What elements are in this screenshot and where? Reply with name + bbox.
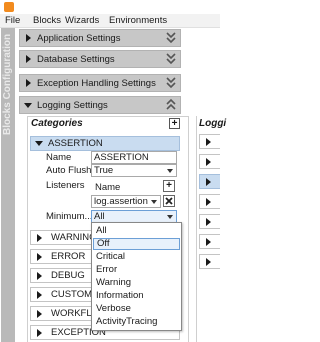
- listeners-name-header: Name: [95, 182, 121, 193]
- section-database-settings[interactable]: Database Settings: [19, 50, 181, 68]
- double-chevron-down-icon[interactable]: [166, 76, 176, 90]
- expand-triangle-icon: [37, 291, 42, 299]
- expand-triangle-icon: [206, 258, 211, 266]
- categories-title: Categories: [31, 118, 83, 129]
- category-warning[interactable]: WARNING: [30, 230, 92, 245]
- level-option-critical[interactable]: Critical: [93, 251, 180, 263]
- double-chevron-up-icon[interactable]: [166, 98, 176, 112]
- logging-targets-panel: [196, 116, 220, 342]
- level-option-information[interactable]: Information: [93, 290, 180, 302]
- listener-dropdown[interactable]: log.assertion: [91, 195, 161, 208]
- category-debug[interactable]: DEBUG: [30, 268, 92, 283]
- logging-target-row[interactable]: [199, 134, 220, 149]
- logging-target-row[interactable]: [199, 214, 220, 229]
- section-exception-handling-settings[interactable]: Exception Handling Settings: [19, 74, 181, 92]
- app-icon: [4, 2, 14, 12]
- category-workflow[interactable]: WORKFLOW: [30, 306, 92, 321]
- level-option-error[interactable]: Error: [93, 264, 180, 276]
- auto-flush-dropdown[interactable]: True: [91, 164, 177, 177]
- sidebar-vertical-title: Blocks Configuration: [1, 28, 15, 342]
- minimum-level-label: Minimum...: [46, 211, 93, 222]
- category-label: WARNING: [51, 232, 92, 243]
- level-option-activity-tracing[interactable]: ActivityTracing: [93, 316, 180, 328]
- auto-flush-value: True: [94, 165, 114, 176]
- auto-flush-label: Auto Flush: [46, 165, 92, 176]
- expand-triangle-icon: [206, 218, 211, 226]
- level-option-verbose[interactable]: Verbose: [93, 303, 180, 315]
- double-chevron-down-icon[interactable]: [166, 52, 176, 66]
- section-label: Logging Settings: [37, 100, 108, 111]
- category-label: DEBUG: [51, 270, 85, 281]
- expand-triangle-icon: [37, 329, 42, 337]
- logging-target-row[interactable]: [199, 234, 220, 249]
- logging-target-row[interactable]: [199, 174, 220, 189]
- category-customize[interactable]: CUSTOMIZ: [30, 287, 92, 302]
- logging-target-row[interactable]: [199, 194, 220, 209]
- listener-value: log.assertion: [94, 196, 148, 207]
- category-label: ASSERTION: [48, 138, 103, 149]
- add-listener-button[interactable]: +: [163, 180, 175, 192]
- double-chevron-down-icon[interactable]: [166, 31, 176, 45]
- logging-target-row[interactable]: [199, 254, 220, 269]
- section-label: Application Settings: [37, 33, 121, 44]
- chevron-down-icon: [151, 200, 157, 204]
- category-label: CUSTOMIZ: [51, 289, 92, 300]
- remove-listener-button[interactable]: [163, 195, 175, 207]
- expand-triangle-icon: [206, 238, 211, 246]
- level-option-off[interactable]: Off: [93, 238, 180, 250]
- menu-file[interactable]: File: [5, 15, 20, 27]
- section-label: Exception Handling Settings: [37, 78, 156, 89]
- category-label: ERROR: [51, 251, 86, 262]
- logging-panel-title: Loggi: [199, 118, 227, 129]
- logging-target-row[interactable]: [199, 154, 220, 169]
- minimum-level-value: All: [94, 211, 105, 222]
- expand-triangle-icon: [26, 79, 31, 87]
- menu-blocks[interactable]: Blocks: [33, 15, 61, 27]
- collapse-triangle-icon: [24, 103, 32, 108]
- category-error[interactable]: ERROR: [30, 249, 92, 264]
- menu-environments[interactable]: Environments: [109, 15, 167, 27]
- section-label: Database Settings: [37, 54, 115, 65]
- expand-triangle-icon: [37, 253, 42, 261]
- expand-triangle-icon: [26, 55, 31, 63]
- section-application-settings[interactable]: Application Settings: [19, 29, 181, 47]
- expand-triangle-icon: [206, 198, 211, 206]
- expand-triangle-icon: [37, 234, 42, 242]
- menu-wizards[interactable]: Wizards: [65, 15, 99, 27]
- expand-triangle-icon: [206, 178, 211, 186]
- expand-triangle-icon: [206, 138, 211, 146]
- minimum-level-dropdown-list: All Off Critical Error Warning Informati…: [91, 222, 182, 331]
- close-icon: [165, 197, 173, 205]
- category-label: WORKFLOW: [51, 308, 92, 319]
- expand-triangle-icon: [26, 34, 31, 42]
- chevron-down-icon: [167, 169, 173, 173]
- name-label: Name: [46, 152, 72, 163]
- level-option-all[interactable]: All: [93, 225, 180, 237]
- section-logging-settings[interactable]: Logging Settings: [19, 96, 181, 114]
- add-category-button[interactable]: +: [169, 118, 180, 129]
- listeners-label: Listeners: [46, 180, 85, 191]
- expand-triangle-icon: [37, 310, 42, 318]
- menu-bar: File Blocks Wizards Environments: [0, 14, 220, 28]
- expand-triangle-icon: [37, 272, 42, 280]
- chevron-down-icon: [167, 215, 173, 219]
- collapse-triangle-icon: [35, 141, 43, 146]
- level-option-warning[interactable]: Warning: [93, 277, 180, 289]
- expand-triangle-icon: [206, 158, 211, 166]
- category-assertion-header[interactable]: ASSERTION: [30, 136, 180, 151]
- name-field[interactable]: ASSERTION: [91, 151, 177, 164]
- title-bar: [0, 0, 220, 14]
